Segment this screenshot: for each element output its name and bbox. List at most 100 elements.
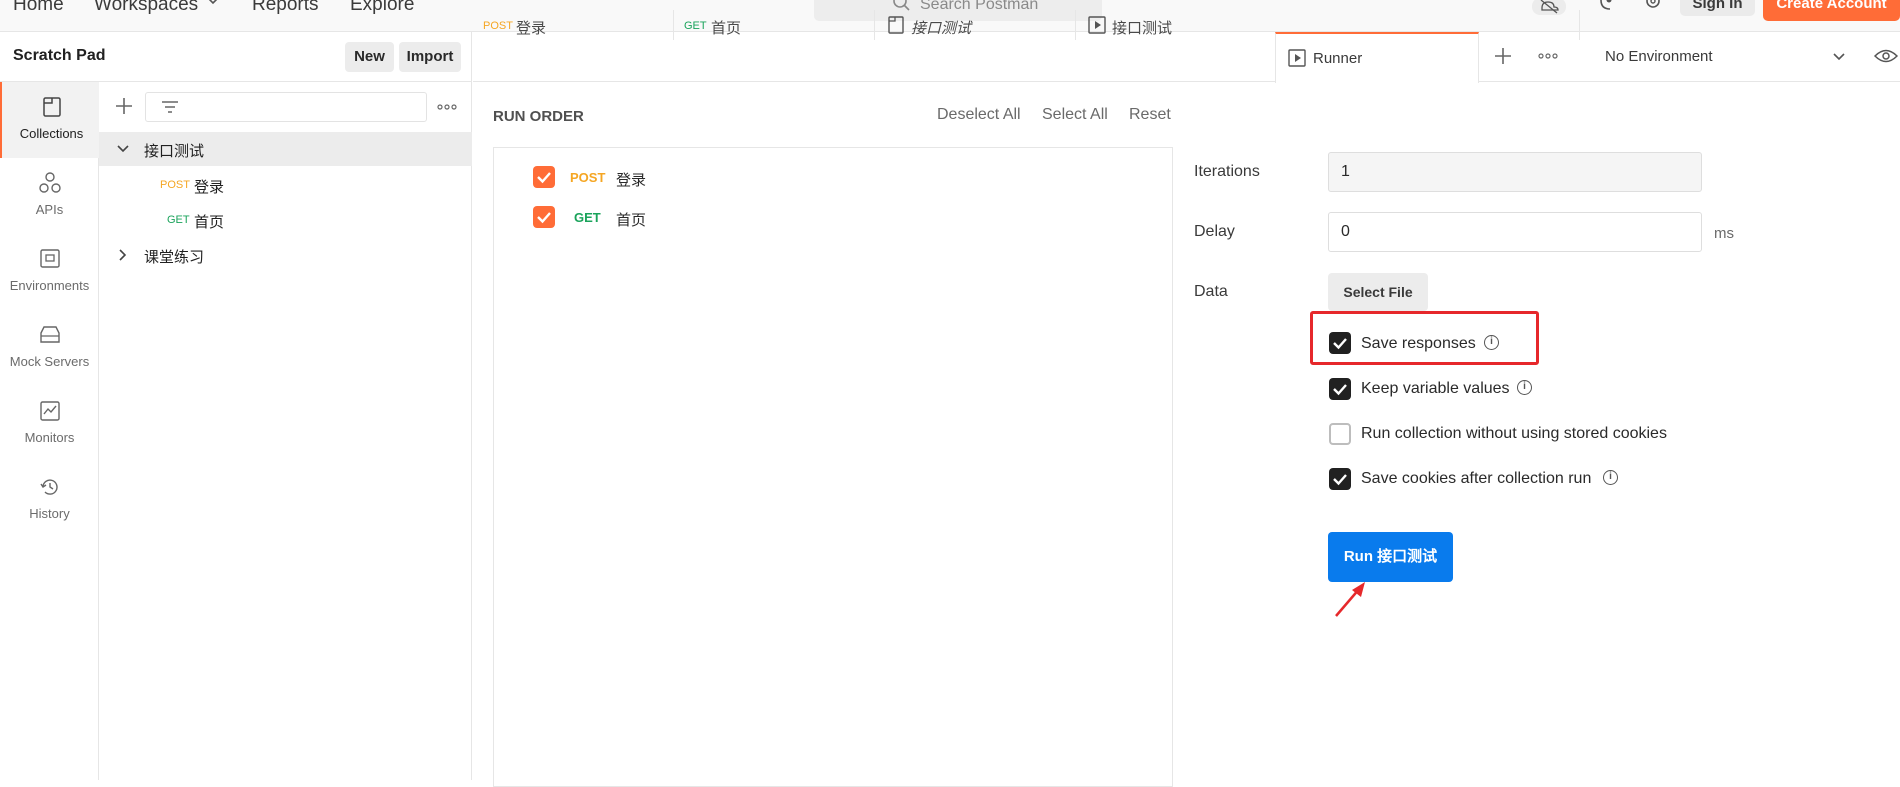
info-icon[interactable]: i bbox=[1603, 470, 1618, 485]
apis-icon bbox=[39, 172, 61, 194]
select-file-button[interactable]: Select File bbox=[1328, 273, 1428, 311]
sidebar-item-collections[interactable]: Collections bbox=[0, 82, 99, 158]
keep-variable-values-label: Keep variable values bbox=[1361, 380, 1510, 397]
delay-unit: ms bbox=[1714, 225, 1734, 242]
more-options-icon[interactable] bbox=[437, 104, 457, 110]
delay-label: Delay bbox=[1194, 223, 1235, 240]
tab-label: Runner bbox=[1313, 50, 1363, 67]
collection-name: 接口测试 bbox=[144, 143, 205, 160]
nav-home[interactable]: Home bbox=[13, 0, 64, 16]
eye-icon[interactable] bbox=[1874, 47, 1898, 65]
annotation-arrow bbox=[1335, 582, 1365, 617]
collection-icon bbox=[887, 16, 905, 34]
no-stored-cookies-checkbox[interactable] bbox=[1329, 423, 1351, 445]
sidebar-rail: Collections APIs Environments Mock Serve… bbox=[0, 82, 99, 780]
select-all-link[interactable]: Select All bbox=[1042, 106, 1108, 124]
request-name: 登录 bbox=[616, 172, 647, 189]
workspace-title: Scratch Pad bbox=[13, 47, 106, 64]
request-item[interactable]: GET 首页 bbox=[99, 203, 472, 237]
sidebar-item-environments[interactable]: Environments bbox=[0, 234, 99, 310]
tab-get-home[interactable]: GET 首页 bbox=[674, 0, 874, 50]
request-name: 首页 bbox=[194, 214, 225, 231]
filter-input[interactable] bbox=[145, 92, 427, 122]
request-checkbox[interactable] bbox=[533, 166, 555, 188]
import-button[interactable]: Import bbox=[399, 42, 461, 72]
run-collection-button[interactable]: Run 接口测试 bbox=[1328, 532, 1453, 582]
sidebar-item-label: Mock Servers bbox=[9, 354, 90, 369]
method-badge: POST bbox=[570, 170, 606, 185]
chevron-down-icon bbox=[1832, 52, 1846, 62]
sidebar-item-apis[interactable]: APIs bbox=[0, 158, 99, 234]
add-icon[interactable] bbox=[114, 96, 134, 116]
no-stored-cookies-label: Run collection without using stored cook… bbox=[1361, 425, 1667, 442]
runner-icon bbox=[1288, 49, 1306, 67]
tab-collection-runner[interactable]: 接口测试 bbox=[1076, 0, 1275, 50]
annotation-highlight-box bbox=[1310, 311, 1539, 365]
deselect-all-link[interactable]: Deselect All bbox=[937, 106, 1021, 124]
sidebar-item-label: Collections bbox=[19, 126, 84, 141]
tab-label: 登录 bbox=[516, 20, 547, 37]
reset-link[interactable]: Reset bbox=[1129, 106, 1171, 124]
sidebar-item-label: Monitors bbox=[24, 430, 75, 445]
new-button[interactable]: New bbox=[345, 42, 394, 72]
tab-options-icon[interactable] bbox=[1538, 53, 1558, 59]
tab-label: 接口测试 bbox=[911, 20, 972, 37]
data-label: Data bbox=[1194, 283, 1228, 300]
request-item[interactable]: POST 登录 bbox=[99, 168, 472, 202]
collections-icon bbox=[41, 96, 63, 118]
sidebar-item-label: APIs bbox=[35, 202, 64, 217]
save-cookies-label: Save cookies after collection run bbox=[1361, 470, 1592, 487]
info-icon[interactable]: i bbox=[1517, 380, 1532, 395]
request-name: 登录 bbox=[194, 179, 225, 196]
sidebar-item-monitors[interactable]: Monitors bbox=[0, 386, 99, 462]
run-order-title: RUN ORDER bbox=[493, 108, 584, 125]
iterations-input[interactable]: 1 bbox=[1328, 152, 1702, 192]
method-badge: GET bbox=[167, 214, 190, 226]
iterations-label: Iterations bbox=[1194, 163, 1260, 180]
tab-label: 接口测试 bbox=[1112, 20, 1173, 37]
environments-icon bbox=[39, 248, 61, 270]
run-order-item[interactable]: GET 首页 bbox=[533, 206, 953, 230]
collection-item[interactable]: 课堂练习 bbox=[99, 238, 472, 272]
tab-runner[interactable]: Runner bbox=[1275, 32, 1479, 83]
nav-workspaces[interactable]: Workspaces bbox=[94, 0, 198, 16]
settings-icon[interactable] bbox=[1643, 0, 1663, 12]
nav-explore[interactable]: Explore bbox=[350, 0, 414, 16]
tab-collection[interactable]: 接口测试 bbox=[875, 0, 1075, 50]
sign-in-button[interactable]: Sign In bbox=[1680, 0, 1755, 16]
filter-icon bbox=[160, 99, 180, 115]
method-badge: POST bbox=[483, 20, 513, 32]
environment-selector[interactable]: No Environment bbox=[1580, 32, 1852, 82]
sidebar-item-label: Environments bbox=[9, 278, 90, 293]
create-account-button[interactable]: Create Account bbox=[1763, 0, 1900, 21]
request-name: 首页 bbox=[616, 212, 647, 229]
chevron-down-icon[interactable] bbox=[206, 0, 220, 6]
runner-icon bbox=[1088, 16, 1106, 34]
tab-post-login[interactable]: POST 登录 bbox=[473, 0, 673, 50]
collection-name: 课堂练习 bbox=[144, 249, 205, 266]
monitors-icon bbox=[39, 400, 61, 422]
sidebar-item-history[interactable]: History bbox=[0, 462, 99, 538]
history-icon bbox=[39, 476, 61, 498]
request-checkbox[interactable] bbox=[533, 206, 555, 228]
keep-variable-values-checkbox[interactable] bbox=[1329, 378, 1351, 400]
new-tab-icon[interactable] bbox=[1494, 47, 1512, 65]
sidebar-header: Scratch Pad New Import bbox=[0, 32, 472, 82]
sidebar-item-mock-servers[interactable]: Mock Servers bbox=[0, 310, 99, 386]
sidebar-item-label: History bbox=[29, 506, 70, 521]
satellite-icon[interactable] bbox=[1597, 0, 1617, 12]
method-badge: GET bbox=[574, 210, 601, 225]
run-order-list bbox=[493, 147, 1173, 787]
mock-servers-icon bbox=[39, 324, 61, 346]
nav-reports[interactable]: Reports bbox=[252, 0, 319, 16]
save-cookies-checkbox[interactable] bbox=[1329, 468, 1351, 490]
collection-item[interactable]: 接口测试 bbox=[99, 132, 472, 166]
tab-label: 首页 bbox=[711, 20, 742, 37]
method-badge: POST bbox=[160, 179, 190, 191]
method-badge: GET bbox=[684, 20, 707, 32]
run-order-item[interactable]: POST 登录 bbox=[533, 166, 953, 190]
chevron-right-icon[interactable] bbox=[118, 248, 128, 262]
delay-input[interactable]: 0 bbox=[1328, 212, 1702, 252]
cloud-offline-icon[interactable] bbox=[1532, 0, 1566, 16]
chevron-down-icon[interactable] bbox=[116, 144, 130, 154]
